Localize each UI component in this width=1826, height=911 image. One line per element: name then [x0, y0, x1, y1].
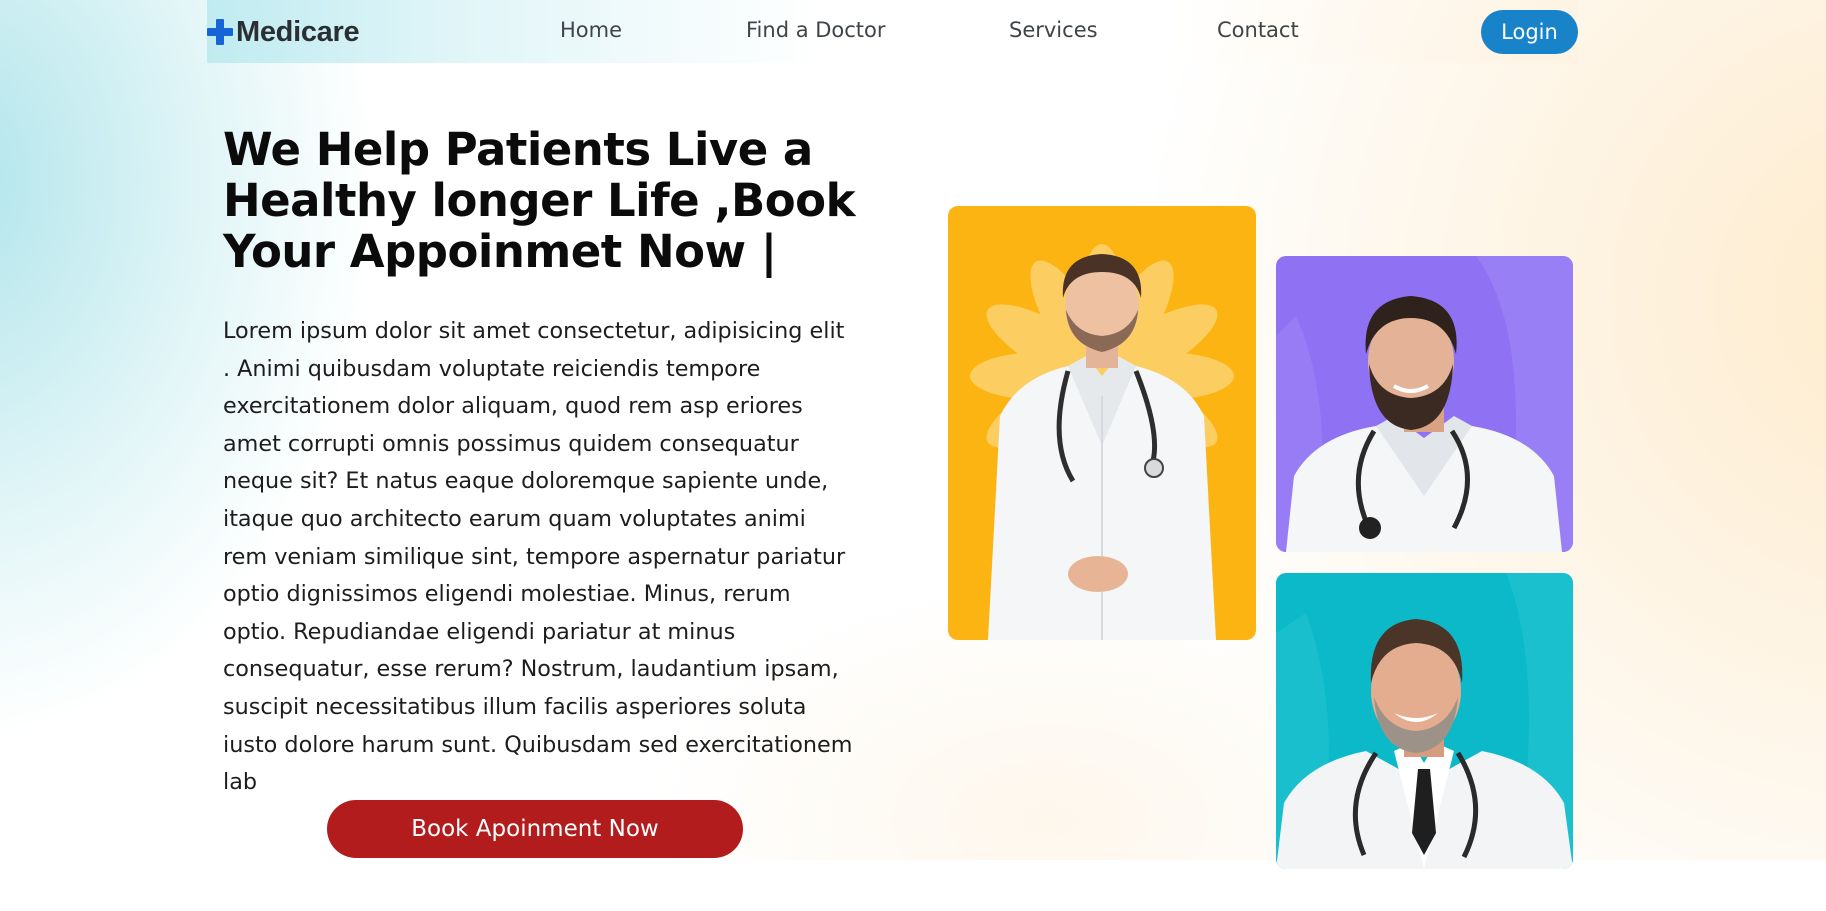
book-appointment-button[interactable]: Book Apoinment Now	[327, 800, 743, 858]
brand-logo[interactable]: Medicare	[207, 15, 360, 48]
hero-description: Lorem ipsum dolor sit amet consectetur, …	[223, 318, 853, 796]
doctor-card-smiling	[1276, 573, 1573, 869]
doctor-illustration-smiling	[1276, 573, 1573, 869]
nav-link-contact[interactable]: Contact	[1217, 18, 1299, 42]
nav-link-services[interactable]: Services	[1009, 18, 1098, 42]
hero-title: We Help Patients Live a Healthy longer L…	[223, 123, 856, 278]
plus-cross-icon	[207, 19, 233, 45]
doctor-illustration-bearded	[1276, 256, 1573, 552]
doctor-card-bearded	[1276, 256, 1573, 552]
doctor-card-standing	[948, 206, 1256, 640]
doctor-illustration-standing	[970, 244, 1234, 640]
top-nav-bar	[207, 0, 1577, 63]
brand-name: Medicare	[236, 15, 360, 48]
nav-link-home[interactable]: Home	[560, 18, 622, 42]
login-button[interactable]: Login	[1481, 10, 1578, 54]
nav-link-find-a-doctor[interactable]: Find a Doctor	[746, 18, 886, 42]
